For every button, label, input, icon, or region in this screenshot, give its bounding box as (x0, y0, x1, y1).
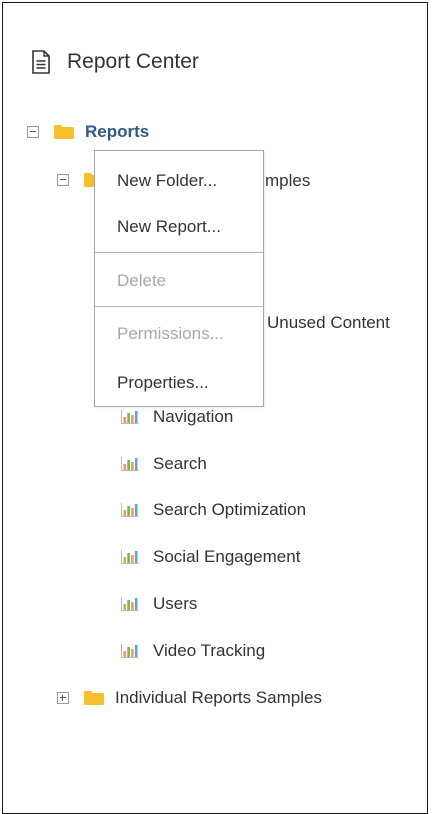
report-label[interactable]: Navigation (153, 407, 233, 427)
report-item-unused-content-label[interactable]: Unused Content (267, 313, 390, 333)
tree-node-reports[interactable]: Reports (27, 119, 149, 145)
collapse-icon[interactable] (57, 174, 69, 186)
report-item-search[interactable]: Search (121, 451, 207, 477)
folder-icon (84, 691, 104, 705)
report-item-navigation[interactable]: Navigation (121, 404, 233, 430)
tree-node-individual-reports-samples-2[interactable]: Individual Reports Samples (57, 685, 322, 711)
menu-item-new-report[interactable]: New Report... (95, 207, 263, 247)
context-menu: New Folder... New Report... Delete Permi… (94, 150, 264, 407)
bar-chart-icon (121, 410, 139, 424)
menu-item-properties[interactable]: Properties... (95, 363, 263, 403)
menu-divider (95, 252, 263, 253)
menu-item-permissions: Permissions... (117, 324, 224, 343)
menu-item-new-folder[interactable]: New Folder... (95, 161, 263, 201)
tree-node-label[interactable]: Individual Reports Samples (115, 688, 322, 708)
tree-node-label[interactable]: Reports (85, 122, 149, 142)
report-center-header: Report Center (31, 47, 199, 77)
report-item-video-tracking[interactable]: Video Tracking (121, 638, 265, 664)
menu-item-delete: Delete (117, 271, 167, 290)
report-center-panel: Report Center Reports mples Unused Conte… (2, 2, 428, 814)
page-title: Report Center (67, 50, 199, 73)
bar-chart-icon (121, 550, 139, 564)
report-item-search-optimization[interactable]: Search Optimization (121, 497, 306, 523)
bar-chart-icon (121, 644, 139, 658)
menu-divider (95, 306, 263, 307)
report-label[interactable]: Search Optimization (153, 500, 306, 520)
report-item-social-engagement[interactable]: Social Engagement (121, 544, 300, 570)
bar-chart-icon (121, 597, 139, 611)
bar-chart-icon (121, 503, 139, 517)
report-label[interactable]: Users (153, 594, 197, 614)
collapse-icon[interactable] (27, 126, 39, 138)
tree-node-label-partial[interactable]: mples (265, 171, 310, 191)
document-icon (32, 50, 50, 74)
bar-chart-icon (121, 457, 139, 471)
report-label[interactable]: Search (153, 454, 207, 474)
report-item-users[interactable]: Users (121, 591, 197, 617)
report-label[interactable]: Social Engagement (153, 547, 300, 567)
folder-icon (54, 125, 74, 139)
expand-icon[interactable] (57, 692, 69, 704)
report-label[interactable]: Video Tracking (153, 641, 265, 661)
